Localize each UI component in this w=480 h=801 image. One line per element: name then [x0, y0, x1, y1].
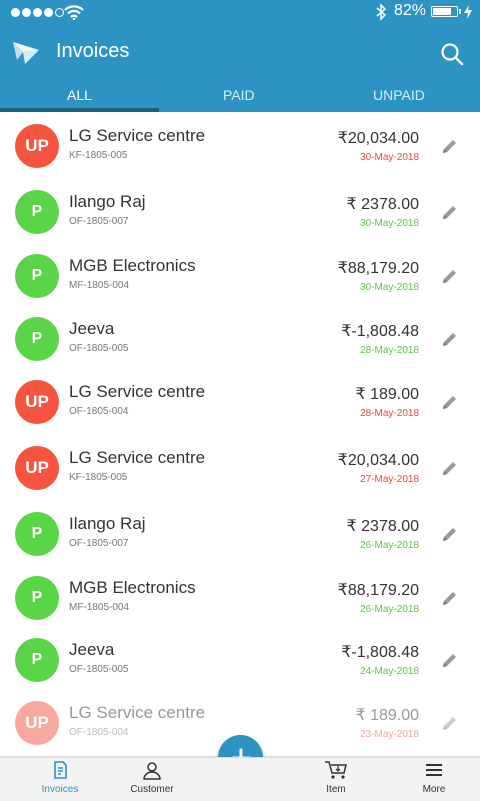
invoice-row[interactable]: UP LG Service centre KF-1805-005 ₹20,034.00… — [0, 112, 480, 181]
tab-all[interactable]: ALL — [67, 87, 92, 103]
status-avatar: P — [15, 317, 59, 361]
invoice-number: OF-1805-007 — [69, 538, 129, 549]
invoice-row[interactable]: P Jeeva OF-1805-005 ₹-1,808.48 28-May-2018 — [0, 308, 480, 371]
invoice-amount: ₹20,034.00 — [337, 130, 419, 147]
invoice-number: OF-1805-004 — [69, 406, 129, 417]
invoice-number: OF-1805-005 — [69, 664, 129, 675]
invoice-row[interactable]: UP LG Service centre OF-1805-004 ₹ 189.00 28… — [0, 370, 480, 435]
tab-paid[interactable]: PAID — [223, 87, 255, 103]
status-avatar: UP — [15, 446, 59, 490]
status-avatar: P — [15, 254, 59, 298]
invoice-amount: ₹88,179.20 — [337, 582, 419, 599]
signal-strength-icon — [11, 8, 64, 17]
customer-name: Ilango Raj — [69, 192, 146, 211]
edit-icon[interactable] — [441, 393, 459, 415]
invoice-amount: ₹-1,808.48 — [341, 323, 419, 340]
invoice-amount: ₹ 2378.00 — [346, 518, 419, 535]
invoice-row[interactable]: P Ilango Raj OF-1805-007 ₹ 2378.00 26-May-20… — [0, 502, 480, 567]
customer-name: LG Service centre — [69, 703, 206, 722]
status-avatar: P — [15, 576, 59, 620]
invoice-date: 28-May-2018 — [360, 408, 419, 419]
nav-label: Customer — [130, 784, 174, 795]
invoice-date: 26-May-2018 — [360, 604, 419, 615]
edit-icon[interactable] — [441, 459, 459, 481]
battery-percentage: 82% — [394, 2, 427, 19]
customer-name: LG Service centre — [69, 448, 206, 467]
invoice-icon — [54, 761, 67, 779]
invoice-date: 28-May-2018 — [360, 345, 419, 356]
nav-label: Item — [326, 784, 346, 795]
status-avatar: P — [15, 190, 59, 234]
invoice-number: KF-1805-005 — [69, 150, 128, 161]
status-avatar: P — [15, 512, 59, 556]
invoice-row[interactable]: UP LG Service centre KF-1805-005 ₹20,034.00… — [0, 434, 480, 503]
nav-more[interactable]: More — [394, 760, 474, 795]
nav-label: Invoices — [41, 784, 79, 795]
invoice-amount: ₹ 189.00 — [355, 707, 419, 724]
nav-label: More — [422, 784, 446, 795]
invoice-row[interactable]: P Ilango Raj OF-1805-007 ₹ 2378.00 30-May-20… — [0, 180, 480, 245]
nav-invoices[interactable]: Invoices — [20, 760, 100, 795]
status-avatar: UP — [15, 380, 59, 424]
battery-icon — [431, 6, 458, 17]
invoice-date: 26-May-2018 — [360, 540, 419, 551]
menu-icon — [426, 764, 442, 776]
bluetooth-icon — [376, 3, 387, 21]
status-avatar: P — [15, 638, 59, 682]
customer-name: MGB Electronics — [69, 256, 196, 275]
status-bar: 82% — [0, 0, 480, 26]
charging-icon — [464, 5, 472, 19]
invoice-amount: ₹20,034.00 — [337, 452, 419, 469]
invoice-number: MF-1805-004 — [69, 602, 130, 613]
cart-icon — [325, 761, 347, 779]
invoice-number: MF-1805-004 — [69, 280, 130, 291]
page-title: Invoices — [56, 40, 130, 62]
invoice-amount: ₹ 189.00 — [355, 386, 419, 403]
invoice-date: 30-May-2018 — [360, 218, 419, 229]
edit-icon[interactable] — [441, 525, 459, 547]
invoice-amount: ₹-1,808.48 — [341, 644, 419, 661]
invoice-row[interactable]: P MGB Electronics MF-1805-004 ₹88,179.20 30-… — [0, 244, 480, 309]
edit-icon[interactable] — [441, 267, 459, 289]
invoice-row[interactable]: P MGB Electronics MF-1805-004 ₹88,179.20 26-… — [0, 566, 480, 631]
nav-customer[interactable]: Customer — [112, 760, 192, 795]
invoice-number: KF-1805-005 — [69, 472, 128, 483]
app-bar: Invoices — [0, 26, 480, 82]
customer-name: LG Service centre — [69, 382, 206, 401]
customer-name: MGB Electronics — [69, 578, 196, 597]
nav-item[interactable]: Item — [296, 760, 376, 795]
invoice-amount: ₹88,179.20 — [337, 260, 419, 277]
customer-name: Jeeva — [69, 319, 115, 338]
filter-tabs: ALL PAID UNPAID — [0, 82, 480, 112]
tab-unpaid[interactable]: UNPAID — [373, 87, 425, 103]
edit-icon[interactable] — [441, 651, 459, 673]
customer-name: Ilango Raj — [69, 514, 146, 533]
edit-icon[interactable] — [441, 203, 459, 225]
status-avatar: UP — [15, 701, 59, 745]
search-icon[interactable] — [440, 42, 464, 66]
invoice-number: OF-1805-004 — [69, 727, 129, 738]
invoice-date: 30-May-2018 — [360, 282, 419, 293]
invoice-number: OF-1805-005 — [69, 343, 129, 354]
invoice-amount: ₹ 2378.00 — [346, 196, 419, 213]
status-avatar: UP — [15, 124, 59, 168]
edit-icon[interactable] — [441, 330, 459, 352]
edit-icon[interactable] — [441, 137, 459, 159]
app-logo-icon — [13, 42, 39, 64]
edit-icon[interactable] — [441, 714, 459, 736]
bottom-navigation: Invoices Customer Item More — [0, 757, 480, 801]
wifi-icon — [64, 5, 84, 20]
edit-icon[interactable] — [441, 589, 459, 611]
customer-icon — [143, 762, 161, 780]
invoice-number: OF-1805-007 — [69, 216, 129, 227]
invoice-date: 23-May-2018 — [360, 729, 419, 740]
invoice-date: 27-May-2018 — [360, 474, 419, 485]
invoice-date: 30-May-2018 — [360, 152, 419, 163]
customer-name: LG Service centre — [69, 126, 206, 145]
invoice-date: 24-May-2018 — [360, 666, 419, 677]
customer-name: Jeeva — [69, 640, 115, 659]
invoice-row[interactable]: P Jeeva OF-1805-005 ₹-1,808.48 24-May-2018 — [0, 630, 480, 691]
